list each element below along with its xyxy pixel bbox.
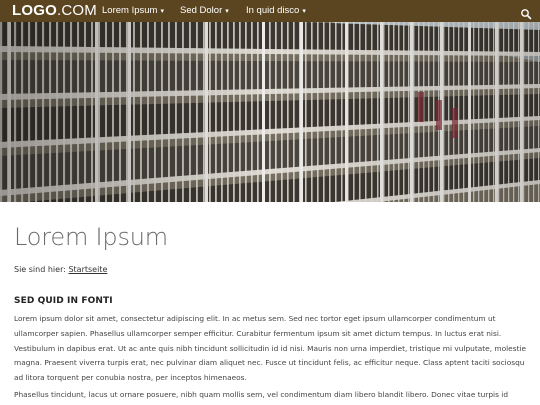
nav-item-sed-dolor[interactable]: Sed Dolor ▾ — [180, 0, 246, 22]
chevron-down-icon: ▾ — [225, 8, 229, 15]
section-heading: SED QUID IN FONTI — [14, 296, 113, 306]
logo-domain-text: .COM — [56, 2, 97, 19]
body-paragraph: Lorem ipsum dolor sit amet, consectetur … — [14, 314, 527, 383]
hero-image — [0, 22, 540, 202]
search-icon — [521, 9, 532, 20]
chevron-down-icon: ▾ — [160, 8, 164, 15]
search-button[interactable] — [520, 5, 532, 20]
body-paragraph: Phasellus tincidunt, lacus ut ornare pos… — [14, 389, 509, 405]
breadcrumb: Sie sind hier: Startseite — [14, 264, 528, 276]
nav-item-label: Sed Dolor — [180, 5, 223, 16]
top-navigation-bar: LOGO.COM Lorem Ipsum ▾ Sed Dolor ▾ In quid… — [0, 0, 540, 22]
main-nav: Lorem Ipsum ▾ Sed Dolor ▾ In quid disco ▾ — [102, 0, 336, 22]
breadcrumb-prefix: Sie sind hier: — [14, 265, 66, 274]
nav-item-label: In quid disco — [246, 5, 300, 16]
nav-item-lorem-ipsum[interactable]: Lorem Ipsum ▾ — [102, 0, 180, 22]
site-logo[interactable]: LOGO.COM — [12, 2, 97, 20]
main-content: Lorem Ipsum Sie sind hier: Startseite SE… — [14, 202, 528, 405]
breadcrumb-link-home[interactable]: Startseite — [68, 265, 107, 274]
nav-item-label: Lorem Ipsum — [102, 5, 158, 16]
page-title: Lorem Ipsum — [14, 223, 168, 251]
nav-item-in-quid-disco[interactable]: In quid disco ▾ — [246, 0, 336, 22]
logo-bold-text: LOGO — [12, 2, 57, 19]
chevron-down-icon: ▾ — [302, 8, 306, 15]
